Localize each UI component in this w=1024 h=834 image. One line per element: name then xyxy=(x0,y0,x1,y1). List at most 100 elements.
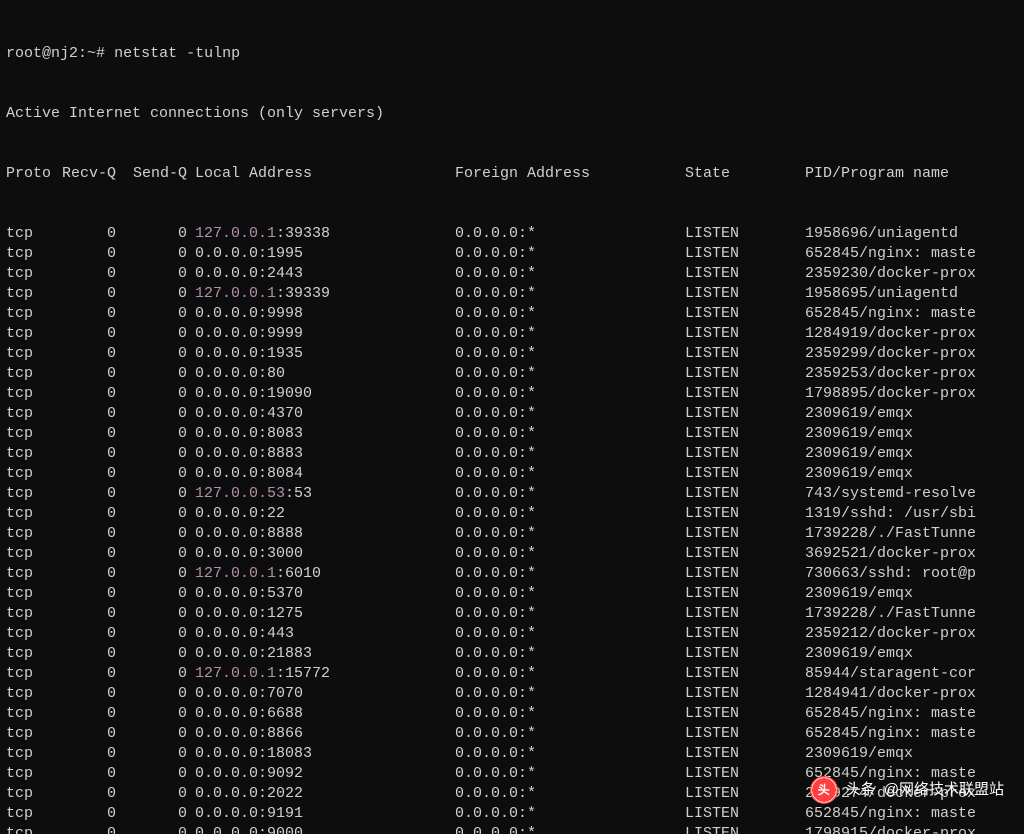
cell-proto: tcp xyxy=(6,324,56,344)
local-ip: 0.0.0.0 xyxy=(195,325,258,342)
cell-proto: tcp xyxy=(6,644,56,664)
cell-foreign-address: 0.0.0.0:* xyxy=(455,744,685,764)
cell-proto: tcp xyxy=(6,564,56,584)
col-state-header: State xyxy=(685,164,805,184)
cell-state: LISTEN xyxy=(685,604,805,624)
cell-proto: tcp xyxy=(6,584,56,604)
cell-recvq: 0 xyxy=(56,284,124,304)
cell-state: LISTEN xyxy=(685,444,805,464)
cell-proto: tcp xyxy=(6,484,56,504)
cell-state: LISTEN xyxy=(685,804,805,824)
cell-recvq: 0 xyxy=(56,624,124,644)
local-port: :443 xyxy=(258,625,294,642)
cell-local-address: 0.0.0.0:8883 xyxy=(195,444,455,464)
local-port: :6010 xyxy=(276,565,321,582)
cell-recvq: 0 xyxy=(56,584,124,604)
cell-foreign-address: 0.0.0.0:* xyxy=(455,524,685,544)
connection-row: tcp000.0.0.0:19350.0.0.0:*LISTEN2359299/… xyxy=(6,344,1018,364)
local-port: :15772 xyxy=(276,665,330,682)
cell-state: LISTEN xyxy=(685,504,805,524)
local-port: :2022 xyxy=(258,785,303,802)
cell-sendq: 0 xyxy=(124,264,195,284)
local-ip: 0.0.0.0 xyxy=(195,365,258,382)
prompt-user-host: root@nj2 xyxy=(6,45,78,62)
cell-pid-program: 2359253/docker-prox xyxy=(805,364,1018,384)
cell-state: LISTEN xyxy=(685,524,805,544)
cell-sendq: 0 xyxy=(124,504,195,524)
cell-recvq: 0 xyxy=(56,364,124,384)
cell-state: LISTEN xyxy=(685,464,805,484)
cell-pid-program: 2309619/emqx xyxy=(805,644,1018,664)
cell-local-address: 0.0.0.0:3000 xyxy=(195,544,455,564)
col-local-header: Local Address xyxy=(195,164,455,184)
cell-local-address: 0.0.0.0:18083 xyxy=(195,744,455,764)
cell-proto: tcp xyxy=(6,284,56,304)
cell-recvq: 0 xyxy=(56,264,124,284)
cell-recvq: 0 xyxy=(56,664,124,684)
cell-local-address: 0.0.0.0:9092 xyxy=(195,764,455,784)
local-ip: 0.0.0.0 xyxy=(195,525,258,542)
cell-foreign-address: 0.0.0.0:* xyxy=(455,404,685,424)
local-ip: 127.0.0.53 xyxy=(195,485,285,502)
cell-sendq: 0 xyxy=(124,564,195,584)
connection-row: tcp000.0.0.0:4430.0.0.0:*LISTEN2359212/d… xyxy=(6,624,1018,644)
cell-sendq: 0 xyxy=(124,624,195,644)
local-port: :6688 xyxy=(258,705,303,722)
cell-recvq: 0 xyxy=(56,804,124,824)
local-port: :39339 xyxy=(276,285,330,302)
cell-recvq: 0 xyxy=(56,564,124,584)
local-ip: 0.0.0.0 xyxy=(195,265,258,282)
cell-sendq: 0 xyxy=(124,824,195,834)
local-port: :1995 xyxy=(258,245,303,262)
cell-state: LISTEN xyxy=(685,424,805,444)
connection-row: tcp000.0.0.0:190900.0.0.0:*LISTEN1798895… xyxy=(6,384,1018,404)
connection-row: tcp000.0.0.0:66880.0.0.0:*LISTEN652845/n… xyxy=(6,704,1018,724)
cell-foreign-address: 0.0.0.0:* xyxy=(455,784,685,804)
cell-recvq: 0 xyxy=(56,444,124,464)
cell-proto: tcp xyxy=(6,504,56,524)
prompt-symbol: # xyxy=(96,45,105,62)
terminal-output[interactable]: root@nj2:~# netstat -tulnp Active Intern… xyxy=(0,0,1024,834)
local-port: :18083 xyxy=(258,745,312,762)
cell-state: LISTEN xyxy=(685,584,805,604)
cell-state: LISTEN xyxy=(685,824,805,834)
connection-row: tcp000.0.0.0:80840.0.0.0:*LISTEN2309619/… xyxy=(6,464,1018,484)
connection-row: tcp000.0.0.0:24430.0.0.0:*LISTEN2359230/… xyxy=(6,264,1018,284)
cell-proto: tcp xyxy=(6,544,56,564)
cell-proto: tcp xyxy=(6,344,56,364)
cell-proto: tcp xyxy=(6,464,56,484)
cell-state: LISTEN xyxy=(685,244,805,264)
cell-pid-program: 1284919/docker-prox xyxy=(805,324,1018,344)
local-port: :9000 xyxy=(258,825,303,834)
cell-proto: tcp xyxy=(6,244,56,264)
connection-row: tcp000.0.0.0:43700.0.0.0:*LISTEN2309619/… xyxy=(6,404,1018,424)
cell-foreign-address: 0.0.0.0:* xyxy=(455,764,685,784)
cell-pid-program: 2359230/docker-prox xyxy=(805,264,1018,284)
local-port: :9191 xyxy=(258,805,303,822)
cell-state: LISTEN xyxy=(685,624,805,644)
cell-foreign-address: 0.0.0.0:* xyxy=(455,444,685,464)
cell-recvq: 0 xyxy=(56,684,124,704)
local-ip: 0.0.0.0 xyxy=(195,625,258,642)
cell-recvq: 0 xyxy=(56,484,124,504)
local-ip: 127.0.0.1 xyxy=(195,225,276,242)
cell-sendq: 0 xyxy=(124,704,195,724)
cell-sendq: 0 xyxy=(124,484,195,504)
local-port: :8883 xyxy=(258,445,303,462)
cell-local-address: 0.0.0.0:1275 xyxy=(195,604,455,624)
cell-proto: tcp xyxy=(6,264,56,284)
cell-proto: tcp xyxy=(6,444,56,464)
local-port: :9092 xyxy=(258,765,303,782)
cell-pid-program: 652845/nginx: maste xyxy=(805,304,1018,324)
cell-recvq: 0 xyxy=(56,824,124,834)
cell-foreign-address: 0.0.0.0:* xyxy=(455,464,685,484)
cell-local-address: 0.0.0.0:5370 xyxy=(195,584,455,604)
cell-pid-program: 2309619/emqx xyxy=(805,584,1018,604)
cell-pid-program: 730663/sshd: root@p xyxy=(805,564,1018,584)
cell-local-address: 0.0.0.0:443 xyxy=(195,624,455,644)
cell-foreign-address: 0.0.0.0:* xyxy=(455,224,685,244)
cell-state: LISTEN xyxy=(685,264,805,284)
cell-proto: tcp xyxy=(6,744,56,764)
cell-pid-program: 1739228/./FastTunne xyxy=(805,604,1018,624)
cell-proto: tcp xyxy=(6,424,56,444)
